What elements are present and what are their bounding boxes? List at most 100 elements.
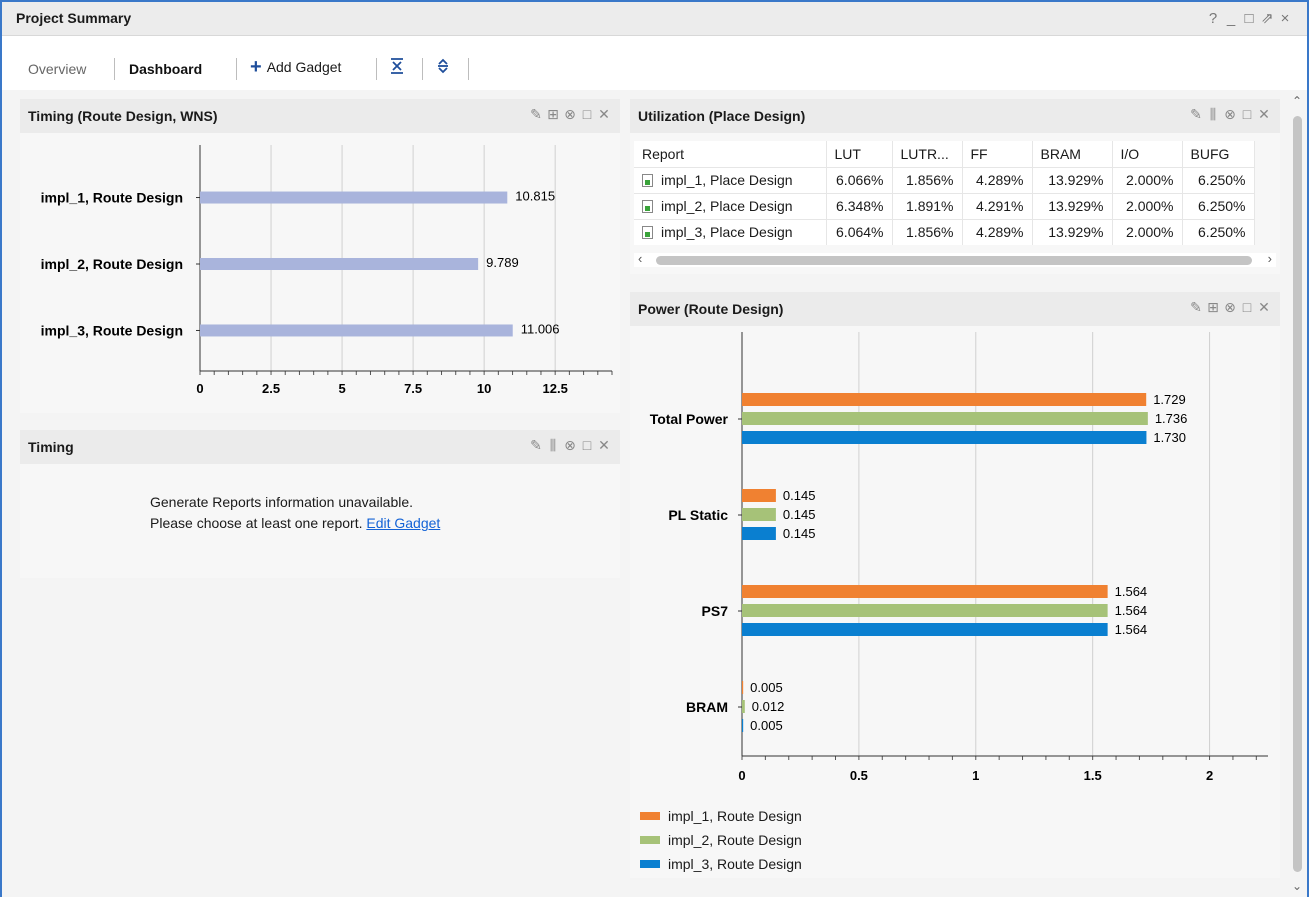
value-label: 10.815	[515, 189, 555, 204]
close-icon[interactable]: ✕	[597, 437, 614, 454]
chart-view-icon[interactable]: ⫼	[1206, 106, 1223, 123]
table-row[interactable]: impl_1, Place Design 6.066% 1.856% 4.289…	[634, 166, 1255, 193]
gadget-controls: ✎ ⊞ ⊗ □ ✕	[1189, 299, 1274, 316]
close-icon[interactable]: ✕	[1257, 106, 1274, 123]
maximize-icon[interactable]: □	[580, 106, 597, 122]
column-header[interactable]: Report	[634, 141, 827, 167]
value-label: 1.564	[1115, 622, 1148, 637]
column-header[interactable]: LUTR...	[892, 141, 963, 167]
edit-icon[interactable]: ✎	[1189, 299, 1206, 316]
lut-cell: 6.348%	[826, 192, 893, 219]
separator	[422, 58, 423, 80]
report-name: impl_1, Place Design	[661, 172, 793, 188]
utilization-gadget: Utilization (Place Design) ✎ ⫼ ⊗ □ ✕ Report …	[630, 99, 1280, 274]
value-label: 0.145	[783, 526, 816, 541]
close-icon[interactable]: ✕	[1257, 299, 1274, 316]
minimize-icon[interactable]: _	[1225, 10, 1243, 27]
y-category-label: impl_3, Route Design	[41, 322, 183, 338]
bar	[742, 393, 1147, 406]
bar	[742, 623, 1108, 636]
scroll-right-icon[interactable]: ›	[1268, 251, 1272, 266]
bar	[742, 604, 1108, 617]
expand-all-icon[interactable]	[432, 58, 454, 80]
project-summary-window: Project Summary ? _ □⇗× Overview Dashboard…	[0, 0, 1309, 897]
collapse-all-icon[interactable]	[386, 58, 408, 80]
chart-view-icon[interactable]: ⫼	[546, 437, 563, 454]
gadget-body: Generate Reports information unavailable…	[20, 464, 620, 578]
title-bar: Project Summary ? _ □⇗×	[2, 2, 1307, 36]
legend-swatch	[640, 812, 660, 820]
lutram-cell: 1.856%	[892, 218, 963, 245]
gadget-header: Utilization (Place Design) ✎ ⫼ ⊗ □ ✕	[630, 99, 1280, 133]
table-view-icon[interactable]: ⊞	[1206, 299, 1223, 316]
maximize-icon[interactable]: □	[1243, 10, 1261, 27]
float-icon[interactable]: ⇗	[1261, 9, 1279, 27]
edit-icon[interactable]: ✎	[1189, 106, 1206, 123]
maximize-icon[interactable]: □	[580, 437, 597, 453]
legend-label: impl_1, Route Design	[668, 808, 802, 824]
column-header[interactable]: BRAM	[1032, 141, 1113, 167]
x-tick-label: 0	[196, 381, 203, 396]
separator	[468, 58, 469, 80]
gadget-controls: ✎ ⫼ ⊗ □ ✕	[1189, 106, 1274, 123]
value-label: 1.730	[1153, 430, 1186, 445]
column-header[interactable]: BUFG	[1182, 141, 1255, 167]
io-cell: 2.000%	[1112, 218, 1183, 245]
table-row[interactable]: impl_3, Place Design 6.064% 1.856% 4.289…	[634, 218, 1255, 245]
gadget-controls: ✎ ⊞ ⊗ □ ✕	[529, 106, 614, 123]
column-header[interactable]: LUT	[826, 141, 893, 167]
tab-overview[interactable]: Overview	[28, 61, 86, 77]
value-label: 0.005	[750, 718, 783, 733]
collapse-icon[interactable]: ⊗	[563, 106, 580, 123]
scroll-up-icon[interactable]: ⌃	[1292, 94, 1302, 108]
message-line-2: Please choose at least one report.	[150, 515, 363, 531]
legend-item: impl_2, Route Design	[640, 832, 802, 848]
x-tick-label: 10	[477, 381, 491, 396]
gadget-title: Power (Route Design)	[638, 301, 784, 317]
scroll-thumb[interactable]	[656, 256, 1252, 265]
maximize-icon[interactable]: □	[1240, 299, 1257, 315]
horizontal-scrollbar[interactable]: ‹ ›	[634, 251, 1276, 267]
report-name: impl_3, Place Design	[661, 224, 793, 241]
edit-icon[interactable]: ✎	[529, 437, 546, 454]
scroll-thumb[interactable]	[1293, 116, 1302, 872]
gadget-body: 0 2.5 5 7.5 10 12.5 impl_1, Route Design 10.815…	[20, 133, 620, 413]
value-label: 0.005	[750, 680, 783, 695]
lutram-cell: 1.856%	[892, 166, 963, 193]
report-icon	[642, 200, 653, 213]
collapse-icon[interactable]: ⊗	[1223, 299, 1240, 316]
column-header[interactable]: FF	[962, 141, 1033, 167]
table-view-icon[interactable]: ⊞	[546, 106, 563, 123]
dashboard-area: Timing (Route Design, WNS) ✎ ⊞ ⊗ □ ✕ 0 2.5 5 7.…	[2, 90, 1307, 897]
scroll-down-icon[interactable]: ⌄	[1292, 879, 1302, 893]
gadget-header: Timing ✎ ⫼ ⊗ □ ✕	[20, 430, 620, 464]
close-icon[interactable]: ×	[1279, 10, 1297, 27]
collapse-icon[interactable]: ⊗	[1223, 106, 1240, 123]
table-row[interactable]: impl_2, Place Design 6.348% 1.891% 4.291…	[634, 192, 1255, 219]
value-label: 0.012	[752, 699, 785, 714]
maximize-icon[interactable]: □	[1240, 106, 1257, 122]
bar	[742, 412, 1148, 425]
scroll-left-icon[interactable]: ‹	[638, 251, 642, 266]
edit-icon[interactable]: ✎	[529, 106, 546, 123]
y-category-label: PL Static	[668, 507, 728, 523]
bar	[742, 681, 744, 694]
close-icon[interactable]: ✕	[597, 106, 614, 123]
bram-cell: 13.929%	[1032, 192, 1113, 219]
lut-cell: 6.066%	[826, 166, 893, 193]
x-tick-label: 0.5	[850, 768, 868, 783]
add-gadget-button[interactable]: + Add Gadget	[250, 57, 341, 77]
legend-label: impl_2, Route Design	[668, 832, 802, 848]
ff-cell: 4.289%	[962, 166, 1033, 193]
bram-cell: 13.929%	[1032, 218, 1113, 245]
collapse-icon[interactable]: ⊗	[563, 437, 580, 454]
edit-gadget-link[interactable]: Edit Gadget	[366, 515, 440, 531]
vertical-scrollbar[interactable]: ⌃ ⌄	[1290, 92, 1305, 895]
unavailable-message: Generate Reports information unavailable…	[150, 492, 440, 534]
column-header[interactable]: I/O	[1112, 141, 1183, 167]
ff-cell: 4.289%	[962, 218, 1033, 245]
help-icon[interactable]: ?	[1207, 10, 1225, 27]
window-controls: ? _ □⇗×	[1207, 9, 1297, 27]
tab-dashboard[interactable]: Dashboard	[129, 61, 202, 77]
value-label: 0.145	[783, 488, 816, 503]
